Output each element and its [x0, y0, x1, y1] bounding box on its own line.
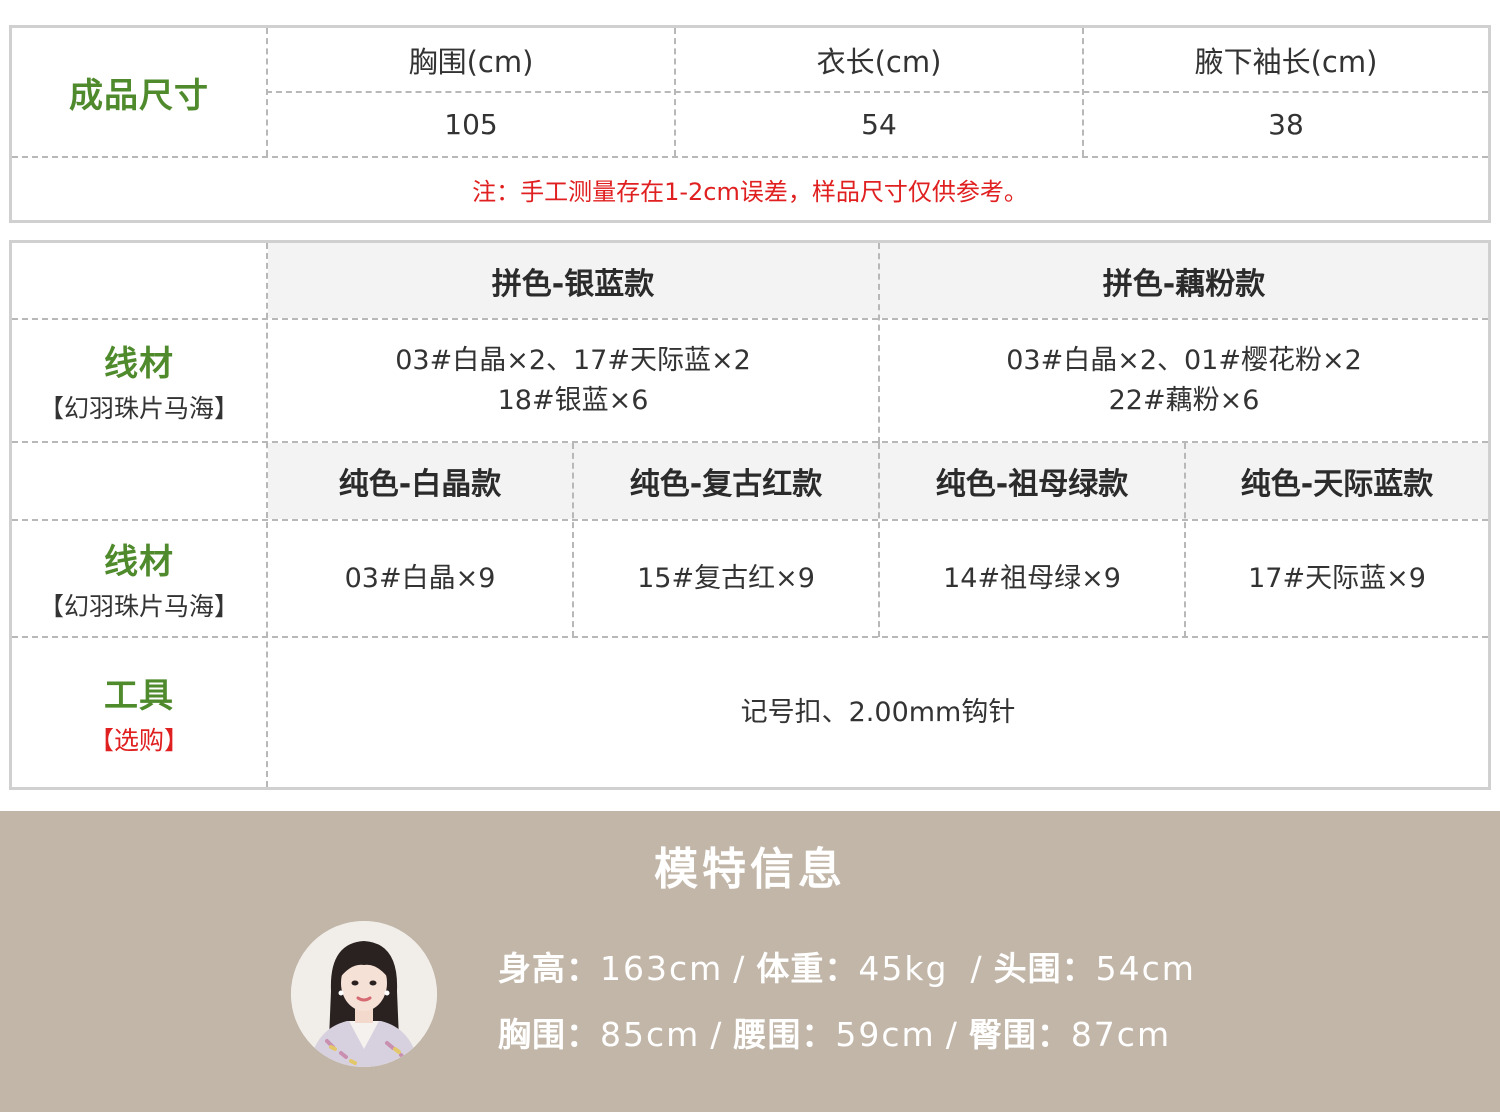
material-line: 22#藕粉×6	[1108, 384, 1260, 416]
separator: /	[945, 1015, 959, 1054]
model-avatar	[291, 921, 437, 1067]
material-cell-lotus-pink: 03#白晶×2、01#樱花粉×2 22#藕粉×6	[880, 320, 1488, 441]
model-portrait-icon	[291, 921, 437, 1067]
size-value: 38	[1268, 108, 1304, 141]
column-header-bust: 胸围(cm)	[268, 28, 674, 91]
material-table: 拼色-银蓝款 拼色-藕粉款 线材 【幻羽珠片马海】 03#白晶×2、17#天际蓝…	[9, 240, 1491, 790]
head-value: 54cm	[1095, 949, 1196, 988]
separator: /	[970, 949, 984, 988]
material-sublabel: 【幻羽珠片马海】	[38, 394, 239, 423]
value-cell-sleeve: 38	[1084, 93, 1488, 156]
material-cell-sky-blue: 17#天际蓝×9	[1186, 521, 1488, 636]
measurement-note-cell: 注：手工测量存在1-2cm误差，样品尺寸仅供参考。	[12, 158, 1488, 220]
variant-title: 拼色-藕粉款	[1102, 266, 1266, 302]
size-table-title-cell: 成品尺寸	[12, 28, 266, 156]
hip-value: 87cm	[1070, 1015, 1172, 1054]
separator: /	[710, 1015, 724, 1054]
model-info-title: 模特信息	[654, 844, 846, 895]
material-cell-emerald: 14#祖母绿×9	[880, 521, 1184, 636]
material-line: 17#天际蓝×9	[1248, 562, 1426, 594]
variant-title: 纯色-白晶款	[338, 467, 502, 502]
hip-label: 臀围：	[968, 1015, 1071, 1054]
head-label: 头围：	[993, 949, 1096, 988]
separator: /	[733, 949, 747, 988]
weight-label: 体重：	[756, 949, 859, 988]
variant-header-sky-blue: 纯色-天际蓝款	[1186, 443, 1488, 519]
waist-label: 腰围：	[733, 1015, 836, 1054]
material-line: 03#白晶×9	[344, 562, 496, 594]
material-line: 14#祖母绿×9	[943, 562, 1121, 594]
bust-value: 85cm	[600, 1015, 701, 1054]
tools-sublabel: 【选购】	[88, 726, 189, 755]
column-header-label: 衣长(cm)	[816, 44, 942, 79]
size-table-title: 成品尺寸	[69, 75, 209, 116]
tools-value-cell: 记号扣、2.00mm钩针	[268, 638, 1488, 787]
size-value: 54	[861, 108, 897, 141]
material-label: 线材	[104, 542, 174, 582]
material-line: 03#白晶×2、17#天际蓝×2	[395, 344, 751, 376]
column-header-label: 腋下袖长(cm)	[1194, 44, 1378, 79]
material-label-cell: 线材 【幻羽珠片马海】	[12, 320, 266, 441]
size-value: 105	[444, 108, 498, 141]
value-cell-bust: 105	[268, 93, 674, 156]
measurement-note: 注：手工测量存在1-2cm误差，样品尺寸仅供参考。	[472, 177, 1028, 206]
model-stats-line-2: 胸围：85cm / 腰围：59cm / 臀围：87cm	[498, 1008, 1171, 1056]
material-line: 18#银蓝×6	[497, 384, 649, 416]
tools-label-cell: 工具 【选购】	[12, 638, 266, 787]
variant-title: 纯色-复古红款	[629, 467, 823, 502]
variant-title: 纯色-祖母绿款	[935, 467, 1129, 502]
material-sublabel: 【幻羽珠片马海】	[38, 592, 239, 621]
column-header-length: 衣长(cm)	[676, 28, 1082, 91]
variant-header-retro-red: 纯色-复古红款	[574, 443, 878, 519]
material-cell-retro-red: 15#复古红×9	[574, 521, 878, 636]
variant-header-white-crystal: 纯色-白晶款	[268, 443, 572, 519]
variant-title: 纯色-天际蓝款	[1240, 467, 1434, 502]
column-header-label: 胸围(cm)	[408, 44, 534, 79]
material-cell-silver-blue: 03#白晶×2、17#天际蓝×2 18#银蓝×6	[268, 320, 878, 441]
bust-label: 胸围：	[498, 1015, 600, 1054]
value-cell-length: 54	[676, 93, 1082, 156]
model-info-section: 模特信息 身高：163cm / 体重：45kg / 头围：54cm 胸围：85c…	[0, 811, 1500, 1112]
variant-header-lotus-pink: 拼色-藕粉款	[880, 243, 1488, 318]
variant-header-emerald: 纯色-祖母绿款	[880, 443, 1184, 519]
height-value: 163cm	[600, 949, 724, 988]
material-label-cell: 线材 【幻羽珠片马海】	[12, 521, 266, 636]
height-label: 身高：	[498, 949, 600, 988]
waist-value: 59cm	[835, 1015, 936, 1054]
size-table: 成品尺寸 胸围(cm) 衣长(cm) 腋下袖长(cm) 105 54 38 注：…	[9, 25, 1491, 223]
variant-title: 拼色-银蓝款	[491, 266, 655, 302]
material-line: 03#白晶×2、01#樱花粉×2	[1006, 344, 1362, 376]
material-label: 线材	[104, 344, 174, 384]
material-cell-white-crystal: 03#白晶×9	[268, 521, 572, 636]
weight-value: 45kg	[858, 949, 949, 988]
variant-header-silver-blue: 拼色-银蓝款	[268, 243, 878, 318]
model-stats-line-1: 身高：163cm / 体重：45kg / 头围：54cm	[498, 942, 1196, 990]
tools-label: 工具	[104, 676, 174, 716]
column-header-sleeve: 腋下袖长(cm)	[1084, 28, 1488, 91]
tools-value: 记号扣、2.00mm钩针	[740, 696, 1016, 728]
material-line: 15#复古红×9	[637, 562, 815, 594]
